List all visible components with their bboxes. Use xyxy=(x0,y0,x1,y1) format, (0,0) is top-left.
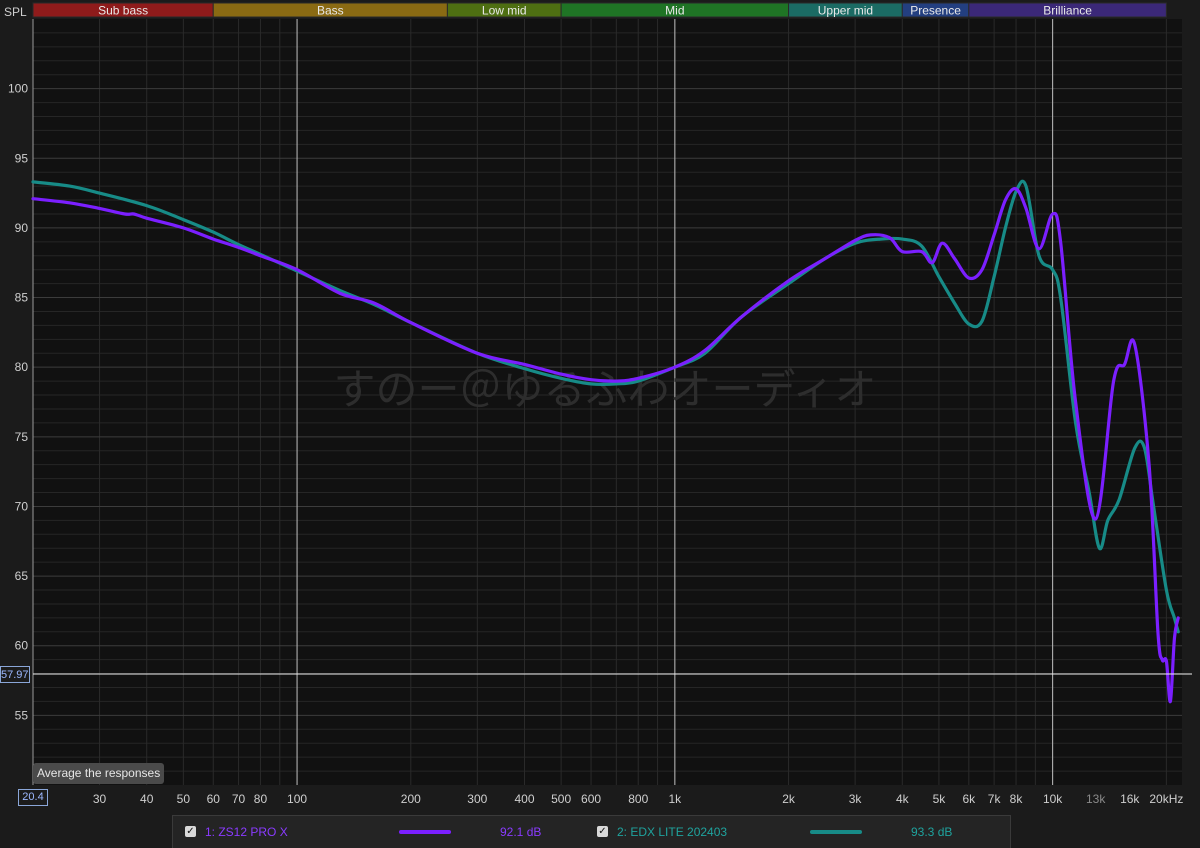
y-tick-label: 100 xyxy=(8,82,28,96)
legend-panel: ✓ 1: ZS12 PRO X 92.1 dB ✓ 2: EDX LITE 20… xyxy=(172,815,1011,848)
x-tick-label: 7k xyxy=(988,792,1002,806)
series-2-level: 93.3 dB xyxy=(911,825,953,839)
x-tick-label: 6k xyxy=(962,792,976,806)
x-tick-label: 400 xyxy=(514,792,534,806)
cursor-y-readout: 57.97 xyxy=(0,666,30,683)
x-tick-label: 10k xyxy=(1043,792,1063,806)
legend-entry-2: ✓ 2: EDX LITE 202403 93.3 dB xyxy=(593,816,1010,848)
series-1-swatch xyxy=(399,830,451,834)
x-tick-label: 13k xyxy=(1086,792,1106,806)
watermark-text: すのー＠ゆるふわオーディオ xyxy=(333,365,876,414)
band-label: Presence xyxy=(910,4,961,18)
x-tick-label: 40 xyxy=(140,792,154,806)
cursor-x-readout: 20.4 xyxy=(18,789,48,806)
y-tick-label: 55 xyxy=(15,708,29,722)
x-tick-label: 5k xyxy=(933,792,947,806)
y-tick-label: 70 xyxy=(15,499,29,513)
x-tick-label: 300 xyxy=(467,792,487,806)
y-axis-title: SPL xyxy=(4,5,27,19)
series-2-swatch xyxy=(810,830,862,834)
x-tick-label: 80 xyxy=(254,792,268,806)
x-tick-label: 100 xyxy=(287,792,307,806)
x-tick-label: 60 xyxy=(207,792,221,806)
x-tick-label: 30 xyxy=(93,792,107,806)
average-responses-button[interactable]: Average the responses xyxy=(33,763,165,784)
series-2-name: 2: EDX LITE 202403 xyxy=(617,825,728,839)
series-1-name: 1: ZS12 PRO X xyxy=(205,825,288,839)
y-tick-label: 80 xyxy=(15,360,29,374)
x-tick-label: 4k xyxy=(896,792,910,806)
band-label: Low mid xyxy=(482,4,527,18)
x-tick-label: 16k xyxy=(1120,792,1140,806)
x-tick-label: 200 xyxy=(401,792,421,806)
x-tick-label: 20kHz xyxy=(1149,792,1183,806)
x-tick-label: 2k xyxy=(782,792,796,806)
frequency-response-chart[interactable]: Sub bass Bass Low mid Mid Upper mid Presence B… xyxy=(0,0,1200,847)
x-tick-label: 70 xyxy=(232,792,246,806)
x-tick-label: 8k xyxy=(1010,792,1024,806)
y-tick-label: 85 xyxy=(15,291,29,305)
y-tick-label: 90 xyxy=(15,221,29,235)
x-tick-label: 600 xyxy=(581,792,601,806)
band-label: Brilliance xyxy=(1043,4,1092,18)
frequency-response-app: Sub bass Bass Low mid Mid Upper mid Presence B… xyxy=(0,0,1200,848)
series-2-checkbox[interactable]: ✓ xyxy=(597,826,608,837)
x-tick-label: 500 xyxy=(551,792,571,806)
legend-entry-1: ✓ 1: ZS12 PRO X 92.1 dB xyxy=(173,816,593,848)
series-1-checkbox[interactable]: ✓ xyxy=(185,826,196,837)
band-label: Mid xyxy=(665,4,684,18)
x-tick-label: 3k xyxy=(849,792,863,806)
y-tick-label: 75 xyxy=(15,430,29,444)
band-label: Upper mid xyxy=(818,4,873,18)
band-label: Bass xyxy=(317,4,344,18)
band-label: Sub bass xyxy=(98,4,148,18)
y-tick-label: 95 xyxy=(15,151,29,165)
x-tick-label: 1k xyxy=(669,792,683,806)
x-tick-label: 800 xyxy=(628,792,648,806)
y-tick-label: 60 xyxy=(15,639,29,653)
x-tick-label: 50 xyxy=(177,792,191,806)
y-tick-label: 65 xyxy=(15,569,29,583)
series-1-level: 92.1 dB xyxy=(500,825,542,839)
